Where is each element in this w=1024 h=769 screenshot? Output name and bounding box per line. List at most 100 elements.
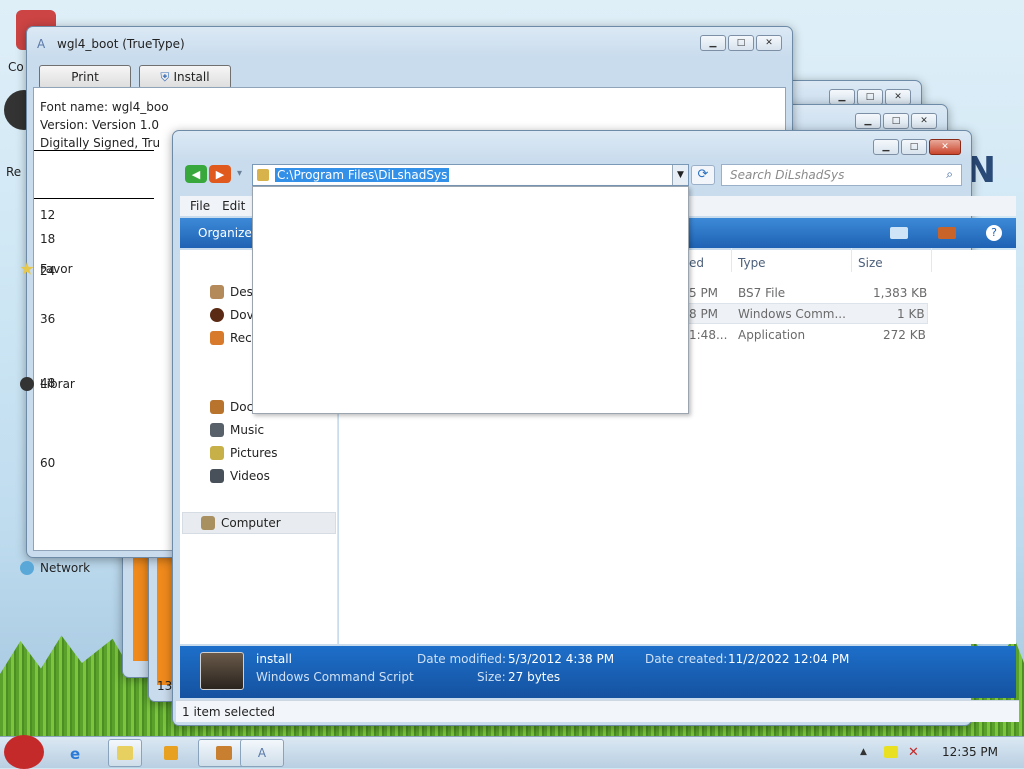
address-bar[interactable]: C:\Program Files\DiLshadSys ▼: [252, 164, 689, 186]
details-modified-value: 5/3/2012 4:38 PM: [508, 652, 615, 666]
close-button[interactable]: ✕: [756, 35, 782, 51]
documents-icon: [210, 400, 224, 414]
details-size-value: 27 bytes: [508, 670, 561, 684]
nav-libraries[interactable]: Librar: [20, 377, 75, 391]
details-modified-label: Date modified:: [417, 652, 507, 666]
font-app-icon: A: [257, 746, 267, 760]
app-icon: [216, 746, 232, 760]
clock[interactable]: 12:35 PM: [942, 745, 998, 759]
script-file-icon: [200, 652, 244, 690]
maximize-button[interactable]: □: [857, 89, 883, 105]
volume-muted-icon[interactable]: ✕: [908, 745, 919, 760]
column-size[interactable]: Size: [858, 256, 883, 270]
size-36: 36: [40, 312, 56, 326]
divider: [34, 198, 154, 199]
back-button[interactable]: ◀: [185, 165, 207, 183]
menu-file[interactable]: File: [190, 199, 210, 213]
font-name-text: Font name: wgl4_boo: [40, 100, 169, 114]
row-1-date: 5 PM: [689, 286, 719, 300]
nav-computer[interactable]: Computer: [182, 512, 336, 534]
nav-downloads[interactable]: Dov: [210, 308, 254, 322]
menu-edit[interactable]: Edit: [222, 199, 245, 213]
recent-pages-icon[interactable]: ▾: [237, 168, 242, 179]
folder-icon: [257, 169, 269, 181]
close-button[interactable]: ✕: [885, 89, 911, 105]
close-button[interactable]: ✕: [929, 139, 961, 155]
nav-pictures-label: Pictures: [230, 446, 278, 460]
forward-button[interactable]: ▶: [209, 165, 231, 183]
status-bar: 1 item selected: [176, 700, 1019, 722]
nav-desktop-label: Des: [230, 285, 253, 299]
nav-videos-label: Videos: [230, 469, 270, 483]
taskbar-folder-button[interactable]: [108, 739, 142, 767]
row-3-date: 1:48...: [689, 328, 728, 342]
column-divider[interactable]: [731, 248, 732, 272]
background-number: 13: [157, 679, 173, 693]
music-icon: [210, 423, 224, 437]
nav-favorites[interactable]: Favor: [20, 262, 73, 276]
nav-computer-label: Computer: [221, 516, 281, 530]
taskbar-font-button[interactable]: A: [240, 739, 284, 767]
desktop-label-mid: Re: [6, 165, 22, 179]
pictures-icon: [210, 446, 224, 460]
desktop-icon: [210, 285, 224, 299]
details-size-label: Size:: [477, 670, 506, 684]
ie-icon[interactable]: e: [70, 745, 80, 763]
minimize-button[interactable]: ▁: [829, 89, 855, 105]
shield-icon: ⛨: [160, 69, 170, 84]
minimize-button[interactable]: ▁: [855, 113, 881, 129]
nav-videos[interactable]: Videos: [210, 469, 270, 483]
nav-music-label: Music: [230, 423, 265, 437]
nav-documents[interactable]: Doc: [210, 400, 253, 414]
font-window-controls: ▁ □ ✕: [700, 35, 782, 51]
views-icon[interactable]: [890, 227, 908, 239]
nav-music[interactable]: Music: [210, 423, 264, 437]
column-type[interactable]: Type: [738, 256, 766, 270]
refresh-button[interactable]: ⟳: [691, 165, 715, 185]
address-dropdown-button[interactable]: ▼: [672, 165, 688, 185]
media-icon[interactable]: [164, 746, 178, 760]
explorer-window-controls: ▁ □ ✕: [873, 139, 961, 155]
nav-desktop[interactable]: Des: [210, 285, 253, 299]
close-button[interactable]: ✕: [911, 113, 937, 129]
nav-pictures[interactable]: Pictures: [210, 446, 278, 460]
install-button[interactable]: ⛨ Install: [139, 65, 231, 89]
organize-button[interactable]: Organize: [198, 226, 252, 240]
start-button[interactable]: [4, 735, 44, 769]
maximize-button[interactable]: □: [901, 139, 927, 155]
action-center-icon[interactable]: [884, 746, 898, 758]
row-3-size: 272 KB: [883, 328, 926, 342]
nav-recent[interactable]: Rec: [210, 331, 252, 345]
nav-recent-label: Rec: [230, 331, 252, 345]
preview-pane-icon[interactable]: [938, 227, 956, 239]
address-text[interactable]: C:\Program Files\DiLshadSys: [275, 168, 450, 182]
search-icon[interactable]: ⌕: [946, 167, 953, 182]
size-18: 18: [40, 232, 56, 246]
folder-icon: [117, 746, 133, 760]
recent-icon: [210, 331, 224, 345]
show-hidden-icons[interactable]: ▲: [860, 747, 867, 757]
details-created-value: 11/2/2022 12:04 PM: [728, 652, 850, 666]
print-button[interactable]: Print: [39, 65, 131, 89]
videos-icon: [210, 469, 224, 483]
nav-network[interactable]: Network: [20, 561, 90, 575]
column-divider[interactable]: [931, 248, 932, 272]
column-date[interactable]: ed: [689, 256, 704, 270]
computer-icon: [201, 516, 215, 530]
print-label: Print: [71, 70, 99, 84]
search-input[interactable]: Search DiLshadSys ⌕: [721, 164, 962, 186]
minimize-button[interactable]: ▁: [700, 35, 726, 51]
row-3-type: Application: [738, 328, 806, 342]
maximize-button[interactable]: □: [883, 113, 909, 129]
address-dropdown-list[interactable]: [252, 186, 689, 414]
divider: [34, 150, 154, 151]
row-2-size: 1 KB: [897, 307, 925, 321]
window-title: wgl4_boot (TrueType): [57, 37, 185, 51]
nav-favorites-label: Favor: [40, 262, 73, 276]
version-text: Version: Version 1.0: [40, 118, 160, 132]
details-created-label: Date created:: [645, 652, 728, 666]
column-divider[interactable]: [851, 248, 852, 272]
maximize-button[interactable]: □: [728, 35, 754, 51]
help-icon[interactable]: ?: [986, 225, 1002, 241]
minimize-button[interactable]: ▁: [873, 139, 899, 155]
